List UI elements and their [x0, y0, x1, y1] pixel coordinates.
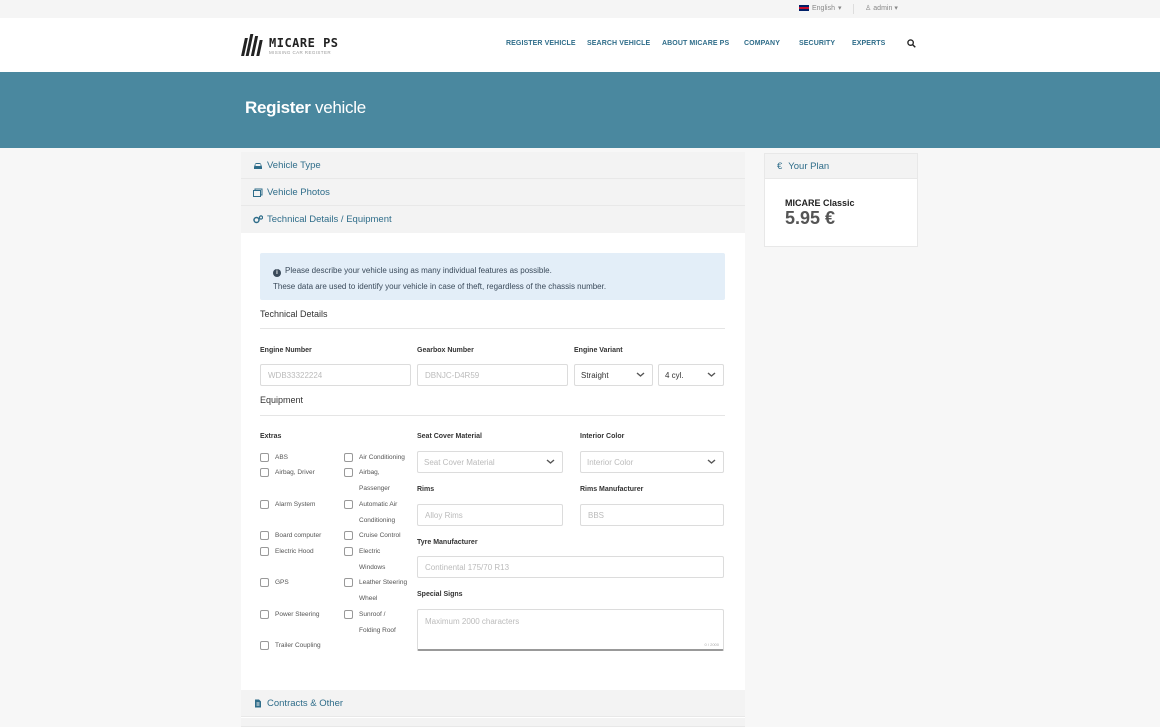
checkbox-cruise-control[interactable]: Cruise Control: [344, 531, 401, 544]
logo-tagline: MISSING CAR REGISTER: [269, 49, 332, 55]
euro-icon: €: [777, 160, 783, 172]
photos-icon: [253, 188, 263, 197]
plan-price: 5.95 €: [785, 208, 836, 228]
checkbox-box[interactable]: [344, 468, 353, 477]
hero-banner: Register vehicle: [0, 72, 1160, 148]
gearbox-number-label: Gearbox Number: [417, 347, 474, 354]
section-contracts-other[interactable]: Contracts & Other: [241, 690, 745, 717]
section-technical-details[interactable]: Technical Details / Equipment: [241, 206, 745, 233]
checkbox-box[interactable]: [260, 547, 269, 556]
divider: [853, 4, 854, 14]
chevron-down-icon: [546, 459, 555, 464]
nav-about[interactable]: ABOUT MICARE PS: [662, 40, 729, 47]
language-selector[interactable]: English ▾: [799, 4, 841, 12]
interior-color-label: Interior Color: [580, 433, 625, 440]
chevron-down-icon: [636, 372, 645, 377]
logo-name: MICARE PS: [269, 35, 339, 50]
checkbox-box[interactable]: [260, 610, 269, 619]
cylinders-select[interactable]: 4 cyl.: [658, 364, 724, 386]
document-icon: [255, 699, 261, 707]
plan-name: MICARE Classic: [785, 198, 855, 208]
checkbox-box[interactable]: [344, 500, 353, 509]
character-counter: 0 / 2000: [704, 642, 719, 647]
seat-cover-label: Seat Cover Material: [417, 433, 482, 440]
checkbox-box[interactable]: [260, 468, 269, 477]
search-icon[interactable]: [907, 39, 916, 48]
rims-input[interactable]: Alloy Rims: [417, 504, 563, 526]
checkbox-box[interactable]: [344, 578, 353, 587]
section-next[interactable]: [241, 718, 745, 727]
rims-manufacturer-label: Rims Manufacturer: [580, 486, 644, 493]
engine-number-label: Engine Number: [260, 347, 312, 354]
register-form-panel: Vehicle Type Vehicle Photos Technical De…: [241, 152, 745, 727]
checkbox-box[interactable]: [260, 578, 269, 587]
section-vehicle-photos[interactable]: Vehicle Photos: [241, 179, 745, 206]
checkbox-gps[interactable]: GPS: [260, 578, 289, 591]
language-label: English: [812, 4, 835, 12]
plan-panel: € Your Plan MICARE Classic 5.95 €: [764, 153, 918, 247]
page-title: Register vehicle: [245, 98, 366, 117]
checkbox-power-steering[interactable]: Power Steering: [260, 610, 319, 623]
checkbox-box[interactable]: [344, 547, 353, 556]
divider: [260, 415, 725, 416]
checkbox-box[interactable]: [260, 531, 269, 540]
chevron-down-icon: [707, 459, 716, 464]
tyre-manufacturer-input[interactable]: Continental 175/70 R13: [417, 556, 724, 578]
top-bar: English ▾ ♙ admin ▾: [0, 0, 1160, 18]
nav-company[interactable]: COMPANY: [744, 40, 780, 47]
gears-icon: [253, 215, 263, 224]
checkbox-automatic-air-conditioning[interactable]: Automatic Air Conditioning: [344, 500, 397, 529]
checkbox-box[interactable]: [344, 453, 353, 462]
extras-label: Extras: [260, 433, 282, 440]
user-menu[interactable]: ♙ admin ▾: [865, 4, 898, 13]
interior-color-select[interactable]: Interior Color: [580, 451, 724, 473]
checkbox-box[interactable]: [260, 500, 269, 509]
checkbox-trailer-coupling[interactable]: Trailer Coupling: [260, 641, 321, 654]
equipment-heading: Equipment: [260, 395, 304, 405]
engine-variant-label: Engine Variant: [574, 347, 623, 354]
nav-register-vehicle[interactable]: REGISTER VEHICLE: [506, 40, 576, 47]
info-icon: i: [273, 269, 281, 277]
checkbox-box[interactable]: [344, 610, 353, 619]
engine-variant-select[interactable]: Straight: [574, 364, 653, 386]
gearbox-number-input[interactable]: DBNJC-D4R59: [417, 364, 568, 386]
logo[interactable]: MICARE PS MISSING CAR REGISTER: [241, 34, 339, 56]
checkbox-alarm-system[interactable]: Alarm System: [260, 500, 315, 513]
divider: [260, 328, 725, 329]
tyre-manufacturer-label: Tyre Manufacturer: [417, 539, 478, 546]
user-name: admin: [873, 4, 893, 12]
rims-manufacturer-input[interactable]: BBS: [580, 504, 724, 526]
nav-search-vehicle[interactable]: SEARCH VEHICLE: [587, 40, 650, 47]
checkbox-electric-hood[interactable]: Electric Hood: [260, 547, 314, 560]
chevron-down-icon: [707, 372, 716, 377]
special-signs-label: Special Signs: [417, 591, 463, 598]
checkbox-box[interactable]: [260, 641, 269, 650]
special-signs-textarea[interactable]: Maximum 2000 characters 0 / 2000: [417, 609, 724, 651]
checkbox-airbag-driver[interactable]: Airbag, Driver: [260, 468, 315, 481]
nav-experts[interactable]: EXPERTS: [852, 40, 885, 47]
technical-details-heading: Technical Details: [260, 309, 328, 319]
checkbox-box[interactable]: [344, 531, 353, 540]
checkbox-box[interactable]: [260, 453, 269, 462]
checkbox-leather-steering-wheel[interactable]: Leather Steering Wheel: [344, 578, 407, 607]
checkbox-board-computer[interactable]: Board computer: [260, 531, 321, 544]
nav-security[interactable]: SECURITY: [799, 40, 835, 47]
header: MICARE PS MISSING CAR REGISTER REGISTER …: [0, 18, 1160, 72]
plan-header: € Your Plan: [765, 154, 917, 179]
section-vehicle-type[interactable]: Vehicle Type: [241, 152, 745, 179]
user-icon: ♙: [865, 5, 872, 12]
chevron-down-icon: ▾: [894, 5, 898, 12]
uk-flag-icon: [799, 5, 809, 11]
engine-number-input[interactable]: WDB33322224: [260, 364, 411, 386]
chevron-down-icon: ▾: [837, 5, 842, 12]
info-alert: i Please describe your vehicle using as m…: [260, 253, 725, 300]
checkbox-airbag-passenger[interactable]: Airbag, Passenger: [344, 468, 390, 497]
logo-mark-icon: [241, 34, 265, 56]
checkbox-electric-windows[interactable]: Electric Windows: [344, 547, 385, 576]
rims-label: Rims: [417, 486, 435, 493]
seat-cover-select[interactable]: Seat Cover Material: [417, 451, 563, 473]
car-icon: [254, 162, 262, 169]
checkbox-sunroof[interactable]: Sunroof / Folding Roof: [344, 610, 396, 639]
